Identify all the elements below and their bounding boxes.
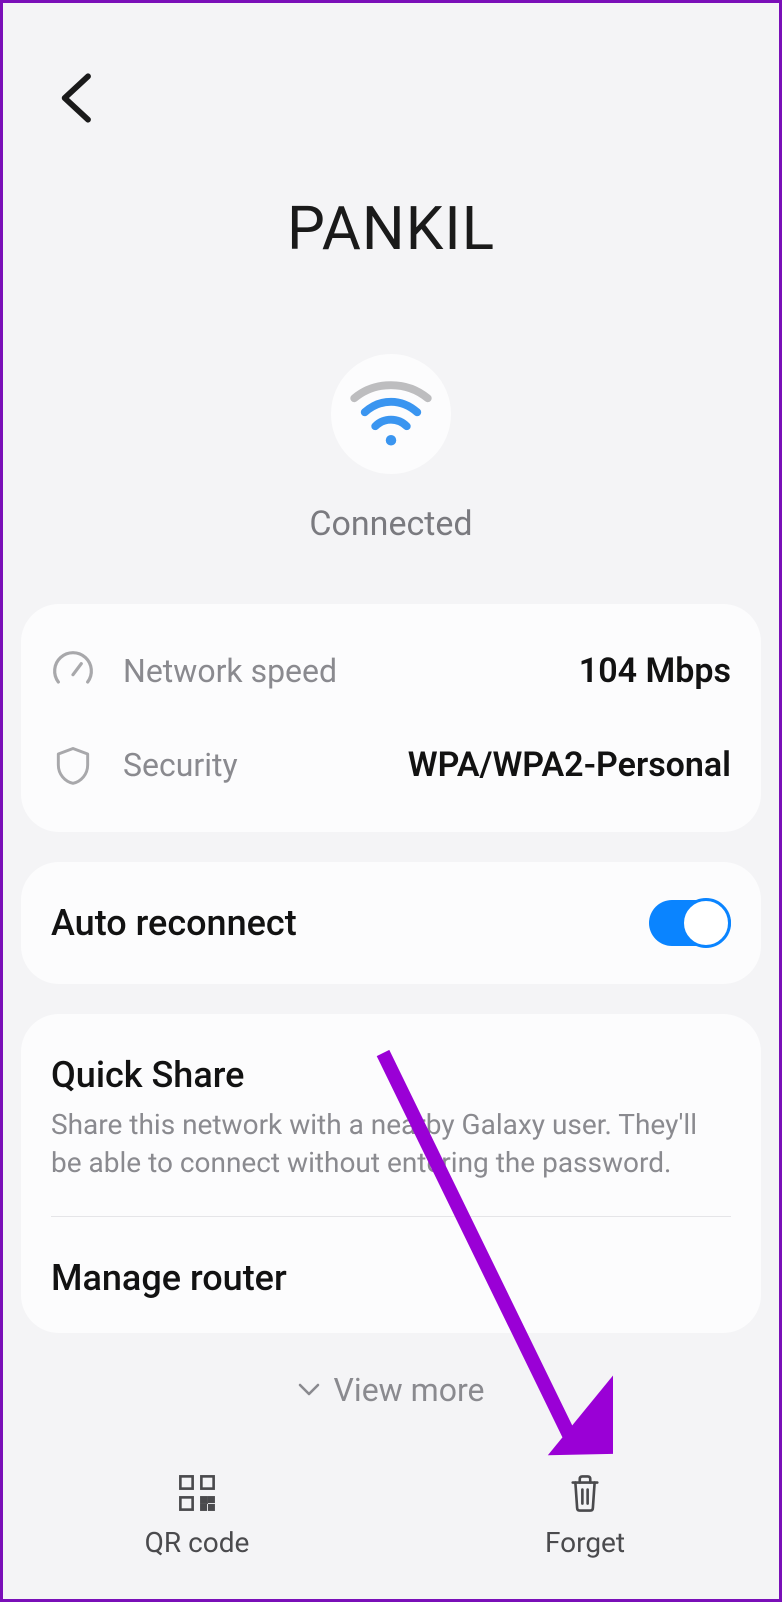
auto-reconnect-label: Auto reconnect <box>51 902 649 944</box>
connection-status: Connected <box>3 504 779 544</box>
network-speed-row: Network speed 104 Mbps <box>51 624 731 718</box>
qr-code-label: QR code <box>145 1526 250 1559</box>
quick-share-description: Share this network with a nearby Galaxy … <box>51 1106 731 1182</box>
shield-icon <box>51 743 95 787</box>
manage-router-title: Manage router <box>51 1257 731 1299</box>
network-name: PANKIL <box>3 193 779 264</box>
wifi-status-icon-wrap <box>331 354 451 474</box>
network-speed-value: 104 Mbps <box>579 651 731 691</box>
more-options-card: Quick Share Share this network with a ne… <box>21 1014 761 1333</box>
wifi-icon <box>347 379 435 449</box>
manage-router-item[interactable]: Manage router <box>51 1217 731 1333</box>
security-label: Security <box>123 746 408 784</box>
trash-icon <box>564 1472 606 1514</box>
quick-share-item[interactable]: Quick Share Share this network with a ne… <box>51 1014 731 1216</box>
view-more-button[interactable]: View more <box>3 1371 779 1409</box>
network-speed-label: Network speed <box>123 652 579 690</box>
bottom-action-bar: QR code Forget <box>3 1472 779 1559</box>
security-value: WPA/WPA2-Personal <box>408 745 731 785</box>
quick-share-title: Quick Share <box>51 1054 731 1096</box>
back-button[interactable] <box>58 73 98 123</box>
view-more-label: View more <box>334 1371 485 1409</box>
toggle-knob <box>681 898 731 948</box>
qr-code-button[interactable]: QR code <box>3 1472 391 1559</box>
auto-reconnect-toggle[interactable] <box>649 900 731 946</box>
gauge-icon <box>51 649 95 693</box>
network-info-card: Network speed 104 Mbps Security WPA/WPA2… <box>21 604 761 832</box>
chevron-left-icon <box>58 73 98 123</box>
auto-reconnect-card: Auto reconnect <box>21 862 761 984</box>
forget-label: Forget <box>545 1526 625 1559</box>
chevron-down-icon <box>298 1383 320 1397</box>
security-row: Security WPA/WPA2-Personal <box>51 718 731 812</box>
qr-code-icon <box>176 1472 218 1514</box>
forget-button[interactable]: Forget <box>391 1472 779 1559</box>
